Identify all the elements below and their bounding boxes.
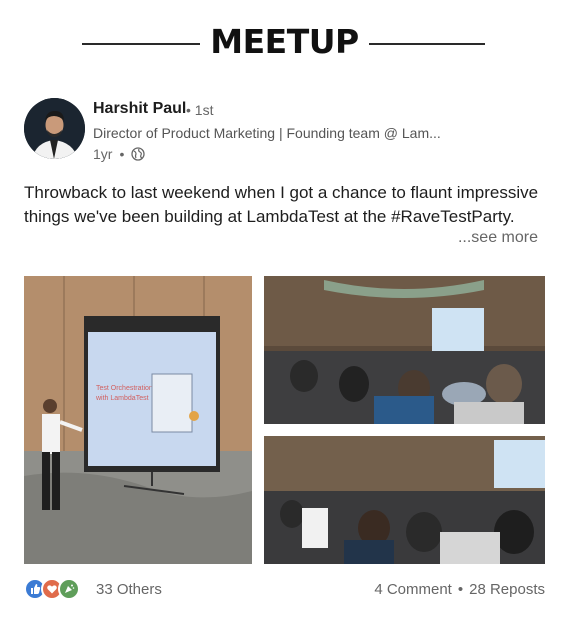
celebrate-icon xyxy=(58,578,80,600)
post-meta: 1yr • xyxy=(93,146,146,162)
slide-text: Test Orchestration xyxy=(96,385,153,392)
reaction-count[interactable]: 33 Others xyxy=(96,581,162,598)
reactions[interactable] xyxy=(24,578,80,600)
author-name[interactable]: Harshit Paul xyxy=(93,100,186,118)
photo-presenter[interactable]: Test Orchestration with LambdaTest xyxy=(24,276,252,564)
post-footer: 33 Others 4 Comment • 28 Reposts xyxy=(24,576,545,604)
page-title: MEETUP xyxy=(210,22,359,61)
post-text: Throwback to last weekend when I got a c… xyxy=(24,183,539,226)
header-rule-left xyxy=(82,43,200,45)
photo-audience-close[interactable] xyxy=(264,436,545,564)
page-header: MEETUP xyxy=(0,22,569,66)
comment-count[interactable]: 4 Comment xyxy=(374,581,452,598)
see-more-link[interactable]: ...see more xyxy=(458,229,538,247)
header-rule-right xyxy=(369,43,485,45)
stats-separator: • xyxy=(457,581,464,598)
author-headline: Director of Product Marketing | Founding… xyxy=(93,125,441,141)
post-stats: 4 Comment • 28 Reposts xyxy=(374,581,545,598)
repost-count[interactable]: 28 Reposts xyxy=(469,581,545,598)
photo-grid: Test Orchestration with LambdaTest xyxy=(24,276,545,564)
photo-audience-wide[interactable] xyxy=(264,276,545,424)
connection-degree: • 1st xyxy=(186,102,214,118)
avatar[interactable] xyxy=(24,98,85,159)
svg-text:with LambdaTest: with LambdaTest xyxy=(95,395,149,402)
post-time: 1yr xyxy=(93,146,113,162)
globe-icon xyxy=(131,147,146,161)
meta-separator: • xyxy=(119,146,125,162)
post-author: Harshit Paul • 1st Director of Product M… xyxy=(24,98,544,166)
